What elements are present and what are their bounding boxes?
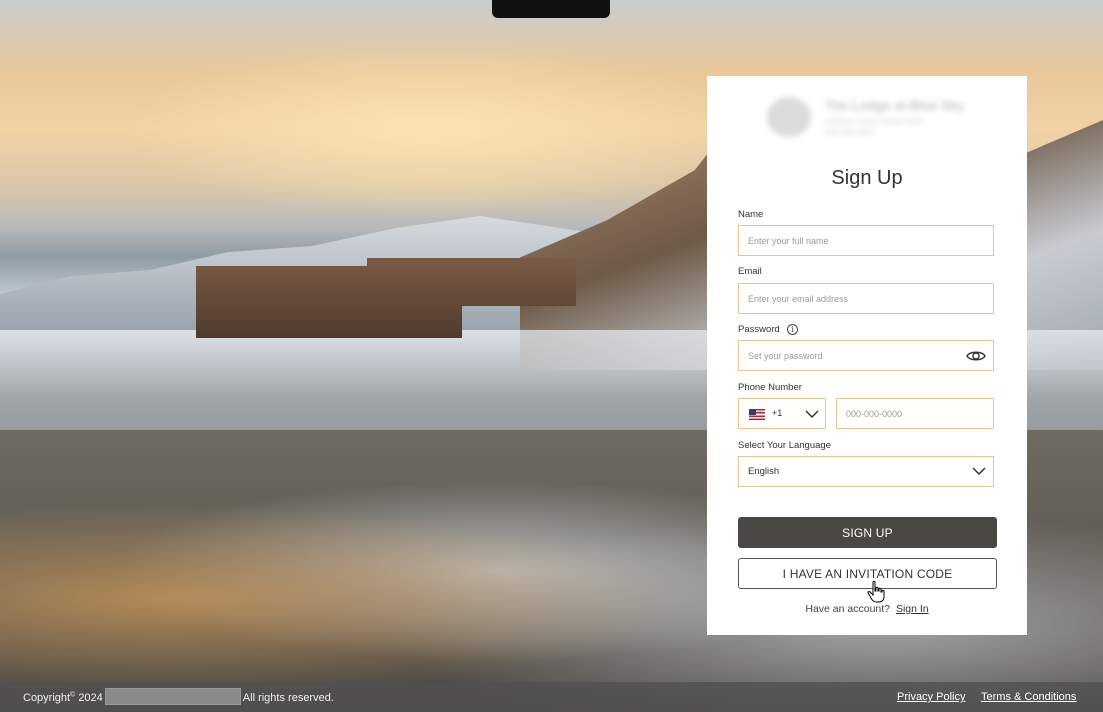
footer: Copyright© 2024 All rights reserved. Priv… [0, 682, 1103, 712]
us-flag-icon [749, 409, 765, 420]
info-icon[interactable]: i [787, 324, 798, 335]
camera-notch [492, 0, 610, 18]
email-field-wrapper [738, 283, 994, 314]
eye-icon[interactable] [966, 349, 986, 363]
brand-name: The Lodge at Blue Sky [825, 98, 965, 113]
page-title: Sign Up [831, 167, 903, 189]
name-input[interactable] [739, 226, 993, 255]
terms-conditions-link[interactable]: Terms & Conditions [981, 691, 1076, 703]
copyright-year: 2024 [78, 691, 103, 704]
email-input[interactable] [739, 284, 993, 313]
language-select[interactable]: English [738, 456, 994, 487]
have-account-row: Have an account? Sign In [707, 603, 1027, 615]
brand-header: The Lodge at Blue Sky A Blake Luxury Res… [767, 94, 977, 140]
phone-label: Phone Number [738, 382, 802, 393]
brand-subtitle-line1: A Blake Luxury Resort Utah [825, 117, 924, 126]
signup-card: The Lodge at Blue Sky A Blake Luxury Res… [707, 76, 1027, 635]
brand-logo-icon [767, 97, 811, 137]
phone-field-wrapper [836, 398, 994, 429]
email-label: Email [738, 266, 762, 277]
signup-button[interactable]: SIGN UP [738, 517, 997, 548]
language-label: Select Your Language [738, 440, 831, 451]
hand-cursor-icon [867, 580, 885, 603]
brand-subtitle-line2: 000.000.0000 [825, 128, 874, 137]
password-field-wrapper [738, 340, 994, 371]
privacy-policy-link[interactable]: Privacy Policy [897, 691, 965, 703]
chevron-down-icon [805, 410, 819, 419]
rights-text: All rights reserved. [242, 691, 334, 704]
copyright-symbol: © [70, 691, 76, 699]
chevron-down-icon [972, 467, 986, 476]
have-account-text: Have an account? [805, 603, 891, 615]
signin-link[interactable]: Sign In [896, 603, 929, 615]
copyright: Copyright© 2024 All rights reserved. [23, 688, 334, 705]
name-label: Name [738, 209, 764, 220]
sky-glow [120, 40, 740, 220]
name-field-wrapper [738, 225, 994, 256]
language-selected: English [748, 466, 780, 477]
country-code: +1 [772, 408, 783, 418]
password-input[interactable] [739, 341, 993, 370]
phone-input[interactable] [837, 399, 993, 428]
brand-subtitle: A Blake Luxury Resort Utah 000.000.0000 [825, 116, 923, 138]
country-code-select[interactable]: +1 [738, 398, 826, 429]
copyright-prefix: Copyright [23, 691, 71, 704]
password-label: Password [738, 324, 780, 335]
redacted-company-name [104, 688, 241, 705]
